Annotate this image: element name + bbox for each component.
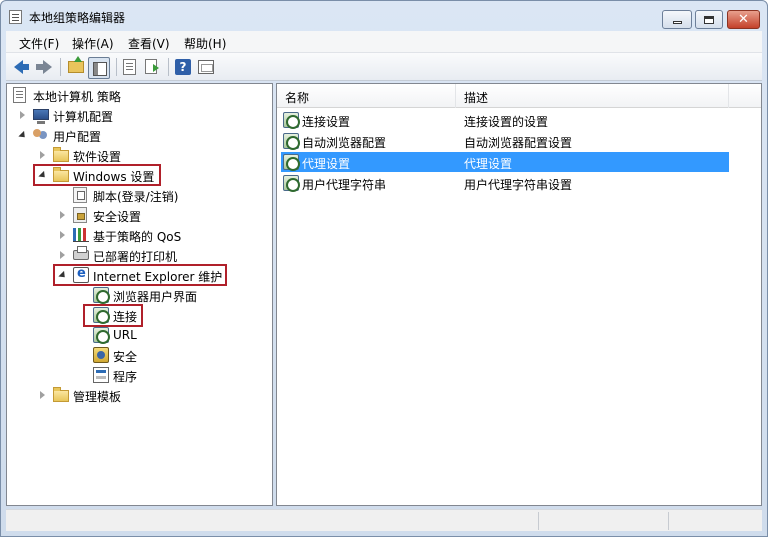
folder-icon [53, 147, 69, 162]
collapse-arrow-icon[interactable] [18, 130, 28, 141]
close-icon: ✕ [738, 12, 749, 27]
export-list-button[interactable] [143, 57, 163, 77]
toolbar: ? [6, 53, 762, 81]
tree-item-label: 脚本(登录/注销) [93, 190, 179, 204]
setting-icon [283, 133, 300, 150]
show-hide-tree-button[interactable] [88, 57, 110, 79]
console-tree-icon [88, 57, 110, 79]
tree-item-label: 用户配置 [53, 130, 102, 144]
list-item-name: 自动浏览器配置 [302, 136, 387, 150]
document-icon [123, 59, 136, 75]
toolbar-separator [60, 58, 61, 76]
users-icon [33, 129, 41, 137]
help-button[interactable]: ? [173, 57, 193, 77]
menu-help[interactable]: 帮助(H) [184, 35, 226, 52]
tree-item-label: 管理模板 [73, 390, 122, 404]
expand-arrow-icon[interactable] [60, 211, 65, 219]
tree-item-label: 计算机配置 [53, 110, 114, 124]
list-item-description: 连接设置的设置 [464, 115, 549, 129]
list-item-name: 用户代理字符串 [302, 178, 387, 192]
list-item-auto-browser-config[interactable]: 自动浏览器配置 自动浏览器配置设置 [281, 131, 729, 151]
policy-document-icon [13, 87, 26, 103]
list-header: 名称 描述 [277, 84, 761, 108]
export-icon [145, 59, 159, 74]
printer-icon [73, 246, 89, 260]
folder-up-icon [68, 56, 84, 73]
security-settings-icon [73, 207, 87, 223]
console-tree[interactable]: 本地计算机 策略 计算机配置 用户配置 软件设置 Windows 设置 脚本(登… [6, 83, 273, 506]
menu-bar: 文件(F) 操作(A) 查看(V) 帮助(H) [6, 31, 762, 53]
help-icon: ? [175, 59, 191, 75]
status-divider [668, 512, 669, 530]
properties-button[interactable] [196, 57, 216, 77]
tree-item-label: 已部署的打印机 [93, 250, 178, 264]
properties-icon [198, 60, 214, 74]
folder-icon [53, 387, 69, 402]
expand-arrow-icon[interactable] [20, 111, 25, 119]
security-lock-icon [93, 347, 109, 363]
bar-chart-icon [73, 228, 89, 242]
list-item-description: 用户代理字符串设置 [464, 178, 573, 192]
menu-view[interactable]: 查看(V) [128, 35, 170, 52]
setting-icon [283, 112, 300, 129]
tree-item-label: 安全设置 [93, 210, 142, 224]
menu-file[interactable]: 文件(F) [19, 35, 59, 52]
tree-item-label: 软件设置 [73, 150, 122, 164]
highlight-box-connection [83, 304, 143, 327]
forward-arrow-icon [36, 60, 52, 74]
setting-icon [283, 154, 300, 171]
programs-icon [93, 367, 109, 383]
status-bar [6, 509, 762, 531]
column-header-description[interactable]: 描述 [456, 84, 729, 108]
status-divider [538, 512, 539, 530]
list-item-name: 代理设置 [302, 157, 351, 171]
list-item-user-agent-string[interactable]: 用户代理字符串 用户代理字符串设置 [281, 173, 729, 193]
minimize-icon [672, 20, 682, 24]
expand-arrow-icon[interactable] [40, 391, 45, 399]
script-icon [73, 187, 87, 203]
expand-arrow-icon[interactable] [40, 151, 45, 159]
tree-item-label: URL [113, 328, 137, 342]
minimize-button[interactable] [662, 10, 692, 29]
url-settings-icon [93, 327, 110, 344]
policy-editor-icon [9, 10, 22, 24]
list-item-proxy-settings[interactable]: 代理设置 代理设置 [281, 152, 729, 172]
expand-arrow-icon[interactable] [60, 251, 65, 259]
list-item-connection-settings[interactable]: 连接设置 连接设置的设置 [281, 110, 729, 130]
browser-settings-icon [93, 287, 110, 304]
up-level-button[interactable] [66, 56, 86, 77]
list-item-description: 自动浏览器配置设置 [464, 136, 573, 150]
main-window: 本地组策略编辑器 ✕ 文件(F) 操作(A) 查看(V) 帮助(H) ? 本地计… [0, 0, 768, 537]
computer-icon [33, 109, 49, 124]
back-arrow-icon [14, 60, 29, 74]
window-title: 本地组策略编辑器 [29, 11, 126, 25]
column-header-label: 描述 [464, 91, 489, 105]
list-item-name: 连接设置 [302, 115, 351, 129]
maximize-icon [704, 15, 714, 24]
toolbar-separator [116, 58, 117, 76]
highlight-box-windows-settings [33, 164, 161, 186]
list-item-description: 代理设置 [464, 157, 513, 171]
column-header-name[interactable]: 名称 [277, 84, 456, 108]
toolbar-separator [168, 58, 169, 76]
maximize-button[interactable] [695, 10, 723, 29]
tree-item-label: 安全 [113, 350, 138, 364]
setting-icon [283, 175, 300, 192]
tree-item-label: 浏览器用户界面 [113, 290, 198, 304]
expand-arrow-icon[interactable] [60, 231, 65, 239]
column-header-label: 名称 [285, 91, 310, 105]
properties-list-button[interactable] [120, 57, 140, 77]
tree-item-label: 本地计算机 策略 [33, 90, 121, 104]
title-bar[interactable]: 本地组策略编辑器 ✕ [1, 1, 767, 31]
close-button[interactable]: ✕ [727, 10, 760, 29]
tree-item-label: 程序 [113, 370, 138, 384]
highlight-box-ie-maintenance [53, 264, 227, 286]
back-button[interactable] [12, 57, 32, 77]
forward-button[interactable] [34, 57, 54, 77]
menu-action[interactable]: 操作(A) [72, 35, 114, 52]
details-list[interactable]: 名称 描述 连接设置 连接设置的设置 自动浏览器配置 自动浏览器配置设置 代理设… [276, 83, 762, 506]
tree-item-label: 基于策略的 QoS [93, 230, 182, 244]
